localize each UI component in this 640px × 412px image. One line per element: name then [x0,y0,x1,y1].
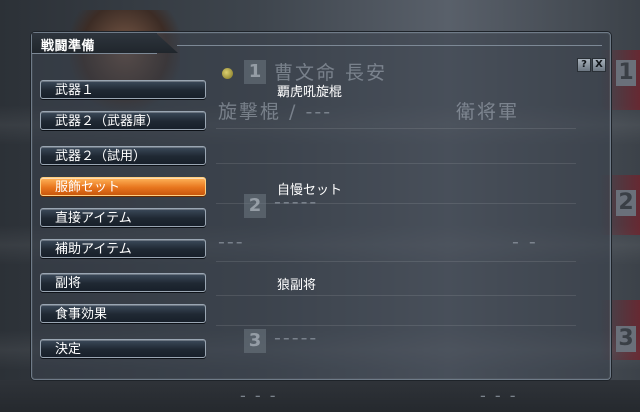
title-bar-slant [156,33,178,53]
ghost-slot-number: 1 [244,60,266,84]
close-button[interactable]: X [592,58,606,72]
ghost-player-name: ----- [274,327,319,349]
ghost-divider [216,261,576,262]
menu-support-item-button[interactable]: 補助アイテム [40,239,206,258]
ghost-divider [216,295,576,296]
ghost-weapon: 旋撃棍 / --- [218,101,333,123]
background-slot-number: 2 [616,190,636,216]
background-slot-number: 1 [616,60,636,86]
outfit-set-value: 自慢セット [277,183,343,198]
menu-direct-item-button[interactable]: 直接アイテム [40,208,206,227]
ghost-divider [216,163,576,164]
background-lower-text: - - - [240,386,278,405]
battle-prep-panel: 戦闘準備 ? X 1 曹文命 長安 旋撃棍 / --- 衛将軍 2 ----- … [31,32,611,380]
window-title: 戦闘準備 [41,39,96,54]
ghost-divider [216,128,576,129]
background-lower-strip [0,380,640,412]
menu-weapon2-armory-button[interactable]: 武器２（武器庫） [40,111,206,130]
title-bar: 戦闘準備 [32,33,157,54]
menu-meal-effect-button[interactable]: 食事効果 [40,304,206,323]
background-slot-number: 3 [616,326,636,352]
ghost-rank: 衛将軍 [456,101,520,123]
help-button[interactable]: ? [577,58,591,72]
vice-general-value: 狼副将 [277,278,317,293]
title-divider [177,45,602,46]
confirm-button[interactable]: 決定 [40,339,206,358]
ghost-slot-number: 2 [244,194,266,218]
menu-outfit-set-button[interactable]: 服飾セット [40,177,206,196]
ghost-divider [216,325,576,326]
weapon1-value: 覇虎吼旋棍 [277,85,343,100]
ghost-weapon: --- [218,231,245,253]
ghost-slot-number: 3 [244,329,266,353]
ghost-divider [216,203,576,204]
background-lower-text: - - - [480,386,518,405]
menu-vice-general-button[interactable]: 副将 [40,273,206,292]
menu-weapon1-button[interactable]: 武器１ [40,80,206,99]
menu-weapon2-trial-button[interactable]: 武器２（試用） [40,146,206,165]
ghost-rank: - - [512,231,538,253]
status-dot-icon [222,68,233,79]
